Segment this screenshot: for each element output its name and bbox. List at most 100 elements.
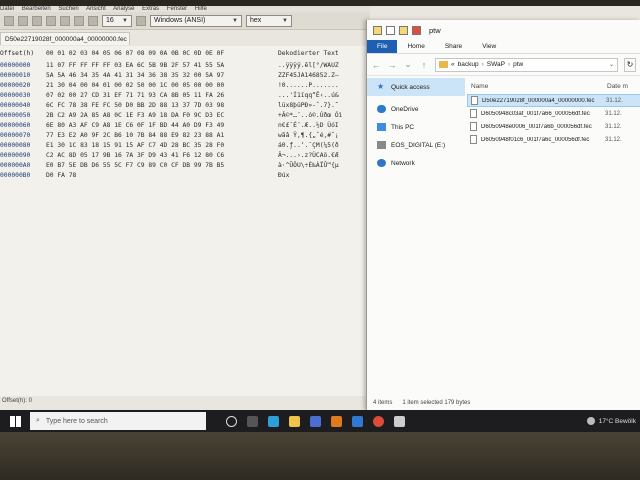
row-offset: 00000000 <box>0 62 31 69</box>
row-decoded[interactable]: !0......P....... <box>278 82 339 89</box>
cortana-icon[interactable] <box>226 415 237 427</box>
save-icon[interactable] <box>32 15 42 26</box>
forward-arrow-icon[interactable]: → <box>387 60 397 70</box>
bytes-per-row-select[interactable]: 16 ▼ <box>102 14 132 27</box>
columns-icon[interactable] <box>88 15 98 26</box>
row-decoded[interactable]: ZZF45JA146852.Z— <box>278 72 339 79</box>
taskbar-search[interactable]: ⌕ Type here to search <box>30 412 206 430</box>
chrome-icon[interactable] <box>373 415 384 427</box>
new-file-icon[interactable] <box>4 15 14 26</box>
nav-label: Network <box>391 159 415 167</box>
weather-text[interactable]: 17°C Bewölk <box>599 418 636 425</box>
up-arrow-icon[interactable]: ↑ <box>419 60 429 70</box>
nav-item-network[interactable]: Network <box>367 154 465 172</box>
hex-row: 00000070 77 E3 E2 A0 9F 2C B6 10 7B 84 88… <box>0 132 370 142</box>
file-row[interactable]: D50e22719028f_000000a4_00000000.fec 31.1… <box>467 94 640 107</box>
file-name: D50e22719028f_000000a4_00000000.fec <box>482 97 595 104</box>
hex-header: Offset(h) 00 01 02 03 04 05 06 07 08 09 … <box>0 50 370 60</box>
breadcrumb-backup[interactable]: backup <box>458 61 479 68</box>
row-decoded[interactable]: wãâ Ÿ,¶.{„ˆé‚#ˆ¡ <box>278 132 339 139</box>
nav-item-this-pc[interactable]: This PC <box>367 118 465 136</box>
row-decoded[interactable]: á0.ƒ..‘.¯ÇM(¼5(ð <box>278 142 339 149</box>
nav-item-quick-access[interactable]: ★ Quick access <box>367 78 465 96</box>
start-button[interactable] <box>0 410 30 432</box>
properties-icon[interactable] <box>386 25 395 35</box>
breadcrumb-separator-icon: › <box>507 61 511 68</box>
row-bytes[interactable]: 21 30 04 00 04 01 00 02 50 00 1C 00 05 0… <box>46 82 224 89</box>
file-icon <box>470 135 477 144</box>
screen: Datei Bearbeiten Suchen Ansicht Analyse … <box>0 6 640 432</box>
recent-chevron-icon[interactable]: ⌄ <box>403 59 413 70</box>
row-decoded[interactable]: Â¬...›.z?ÙCAö.€Æ <box>278 152 339 159</box>
chevron-down-icon: ▼ <box>122 17 128 24</box>
row-bytes[interactable]: 77 E3 E2 A0 9F 2C B6 10 7B 84 88 E9 82 2… <box>46 132 224 139</box>
tab-file[interactable]: File <box>367 40 398 53</box>
row-decoded[interactable]: ...'Í1ïqq“Ê‹..ú& <box>278 92 339 99</box>
hex-file-tab[interactable]: D50e22719028f_000000a4_00000000.fec <box>0 32 130 45</box>
file-row[interactable]: D6050948e0006_001f7a6b_000056df.fec 31.1… <box>467 120 640 133</box>
row-decoded[interactable]: +Â©*…¨..ó©.Úðœ Óì <box>278 112 342 119</box>
breadcrumb-ptw[interactable]: ptw <box>513 61 523 68</box>
charset-select[interactable]: Windows (ANSI) ▼ <box>150 14 242 27</box>
tab-view[interactable]: View <box>472 40 506 53</box>
row-bytes[interactable]: 2B C2 A9 2A 85 A8 0C 1E F3 A9 18 DA F0 9… <box>46 112 224 119</box>
file-row[interactable]: D6050948c03af_001f7a66_000056df.fec 31.1… <box>467 107 640 120</box>
file-date: 31.12. <box>606 97 623 104</box>
row-bytes[interactable]: 6E 80 A3 AF C9 A8 1E C6 0F 1F BD 44 A0 D… <box>46 122 224 129</box>
windows-logo-icon <box>9 415 21 427</box>
ribbon-tabs: File Home Share View <box>367 40 640 54</box>
tab-share[interactable]: Share <box>435 40 472 53</box>
store-icon[interactable] <box>310 415 321 427</box>
row-decoded[interactable]: lüx8þüPÐ»-ˆ.7}.˜ <box>278 102 339 109</box>
row-bytes[interactable]: 5A 5A 46 34 35 4A 41 31 34 36 38 35 32 0… <box>46 72 224 79</box>
hex-editor-icon[interactable] <box>394 415 405 427</box>
mail-icon[interactable] <box>352 415 363 427</box>
address-bar[interactable]: « backup › SWaP › ptw ⌄ <box>435 57 618 72</box>
vlc-icon[interactable] <box>331 415 342 427</box>
hex-row: 00000030 07 02 00 27 CD 31 EF 71 71 93 CA… <box>0 92 370 102</box>
column-date[interactable]: Date m <box>607 83 628 90</box>
nav-item-eos-digital[interactable]: EOS_DIGITAL (E:) <box>367 136 465 154</box>
info-icon[interactable] <box>74 15 84 26</box>
row-decoded[interactable]: n€£¯É¨.Æ..½D ÙóI <box>278 122 339 129</box>
pin-icon[interactable] <box>412 25 421 35</box>
file-explorer-icon[interactable] <box>289 415 300 427</box>
column-name[interactable]: Name <box>467 83 607 90</box>
open-folder-icon[interactable] <box>18 15 28 26</box>
refresh-icon[interactable]: ↻ <box>624 57 636 72</box>
file-date: 31.12. <box>605 136 622 143</box>
hex-row: 00000010 5A 5A 46 34 35 4A 41 31 34 36 38… <box>0 72 370 82</box>
back-arrow-icon[interactable]: ← <box>371 60 381 70</box>
row-bytes[interactable]: 6C FC 78 38 FE FC 50 D0 BB 2D 88 13 37 7… <box>46 102 224 109</box>
row-bytes[interactable]: 07 02 00 27 CD 31 EF 71 71 93 CA 8B 05 1… <box>46 92 224 99</box>
row-decoded[interactable]: à·^ÛÖU\÷É‰ÀÏÛ™{µ <box>278 162 339 169</box>
row-decoded[interactable]: Ðúx <box>278 172 289 179</box>
row-offset: 00000070 <box>0 132 31 139</box>
row-decoded[interactable]: ..ÿÿÿÿ.êl[°/WAUZ <box>278 62 339 69</box>
hex-row: 00000020 21 30 04 00 04 01 00 02 50 00 1C… <box>0 82 370 92</box>
breadcrumb-overflow[interactable]: « <box>451 61 455 68</box>
row-bytes[interactable]: 11 07 FF FF FF FF 03 EA 6C 5B 9B 2F 57 4… <box>46 62 224 69</box>
chevron-down-icon[interactable]: ⌄ <box>609 61 617 68</box>
print-icon[interactable] <box>46 15 56 26</box>
task-view-icon[interactable] <box>247 415 258 427</box>
file-row[interactable]: D6050948f01c6_001f7a6c_000056df.fec 31.1… <box>467 133 640 146</box>
new-folder-icon[interactable] <box>399 25 408 35</box>
explorer-titlebar: ptw <box>367 20 640 40</box>
tab-home[interactable]: Home <box>397 40 434 53</box>
settings-icon[interactable] <box>60 15 70 26</box>
hex-view[interactable]: Offset(h) 00 01 02 03 04 05 06 07 08 09 … <box>0 46 370 396</box>
file-icon <box>470 122 477 131</box>
breadcrumb-swap[interactable]: SWaP <box>487 61 505 68</box>
mode-select[interactable]: hex ▼ <box>246 14 292 27</box>
charset-icon <box>136 15 146 26</box>
edge-icon[interactable] <box>268 415 279 427</box>
nav-label: Quick access <box>391 83 430 91</box>
weather-icon[interactable] <box>586 417 595 425</box>
row-bytes[interactable]: E1 30 1C 83 18 15 91 15 AF C7 4D 28 BC 3… <box>46 142 224 149</box>
nav-item-onedrive[interactable]: OneDrive <box>367 100 465 118</box>
row-bytes[interactable]: D0 FA 78 <box>46 172 76 179</box>
row-bytes[interactable]: E0 B7 5E DB D6 55 5C F7 C9 89 C0 CF DB 9… <box>46 162 224 169</box>
file-date: 31.12. <box>605 110 622 117</box>
row-bytes[interactable]: C2 AC 8D 05 17 9B 16 7A 3F D9 43 41 F6 1… <box>46 152 224 159</box>
